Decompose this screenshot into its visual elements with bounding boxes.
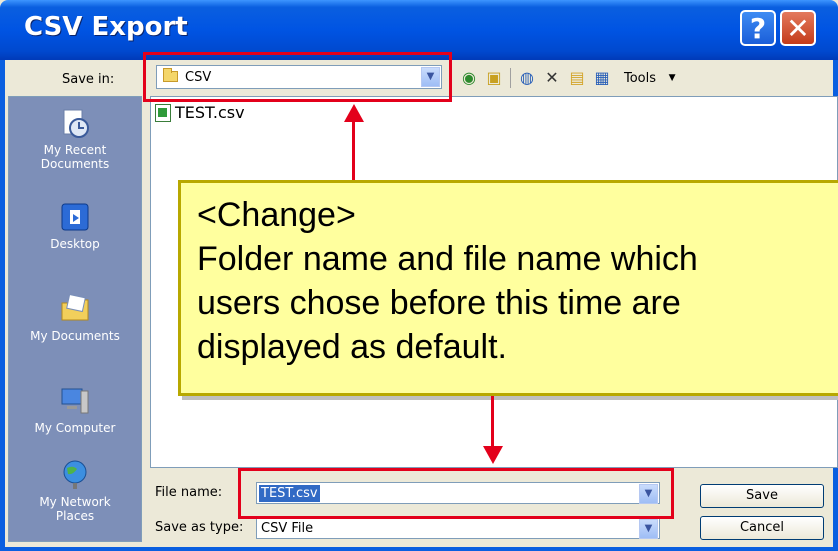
callout-text: <Change> Folder name and file name which… xyxy=(197,196,698,366)
window-frame-bottom xyxy=(0,547,838,551)
save-button[interactable]: Save xyxy=(700,484,824,508)
desktop-icon xyxy=(59,201,91,233)
views-icon[interactable]: ▦ xyxy=(593,69,611,87)
place-my-recent-documents[interactable]: My Recent Documents xyxy=(9,107,141,171)
down-arrow-line xyxy=(491,396,494,446)
place-label: My Documents xyxy=(30,329,120,343)
tools-menu[interactable]: Tools xyxy=(624,71,656,86)
title-bar: CSV Export ? ✕ xyxy=(0,0,838,60)
place-my-documents[interactable]: My Documents xyxy=(9,293,141,343)
network-places-icon xyxy=(59,459,91,491)
save-in-label: Save in: xyxy=(62,72,115,87)
chevron-down-icon[interactable]: ▼ xyxy=(639,519,658,539)
close-button[interactable]: ✕ xyxy=(780,10,816,46)
toolbar: ◉ ▣ ◍ ✕ ▤ ▦ Tools ▼ xyxy=(460,66,681,90)
down-arrow-head-icon xyxy=(483,446,503,464)
help-button[interactable]: ? xyxy=(740,10,776,46)
up-arrow-head-icon xyxy=(344,104,364,122)
up-folder-icon[interactable]: ▣ xyxy=(485,69,503,87)
dialog-title: CSV Export xyxy=(24,12,188,42)
search-web-icon[interactable]: ◍ xyxy=(518,69,536,87)
file-name-label: File name: xyxy=(155,485,223,500)
save-as-type-value: CSV File xyxy=(261,521,314,536)
place-label: My Network Places xyxy=(39,495,111,523)
window-frame-left xyxy=(0,60,5,551)
save-in-highlight-box xyxy=(143,52,452,102)
place-label: My Computer xyxy=(34,421,116,435)
toolbar-separator xyxy=(510,68,511,88)
save-as-type-dropdown[interactable]: CSV File ▼ xyxy=(256,517,660,539)
list-item[interactable]: TEST.csv xyxy=(155,103,245,122)
delete-icon[interactable]: ✕ xyxy=(543,69,561,87)
place-label: Desktop xyxy=(50,237,100,251)
change-callout: <Change> Folder name and file name which… xyxy=(178,180,838,396)
csv-export-dialog: CSV Export ? ✕ Save in: CSV ▼ ◉ ▣ ◍ ✕ ▤ … xyxy=(0,0,838,551)
back-icon[interactable]: ◉ xyxy=(460,69,478,87)
new-folder-icon[interactable]: ▤ xyxy=(568,69,586,87)
my-computer-icon xyxy=(59,385,91,417)
file-item-name: TEST.csv xyxy=(175,103,245,122)
my-documents-icon xyxy=(59,293,91,325)
place-desktop[interactable]: Desktop xyxy=(9,201,141,251)
recent-documents-icon xyxy=(59,107,91,139)
cancel-button[interactable]: Cancel xyxy=(700,516,824,540)
csv-file-icon xyxy=(155,103,171,122)
place-label: My Recent Documents xyxy=(40,143,110,171)
place-my-network-places[interactable]: My Network Places xyxy=(9,459,141,523)
tools-chevron-icon[interactable]: ▼ xyxy=(663,69,681,87)
save-as-type-label: Save as type: xyxy=(155,520,244,535)
file-name-highlight-box xyxy=(238,468,674,519)
place-my-computer[interactable]: My Computer xyxy=(9,385,141,435)
up-arrow-line xyxy=(352,120,355,182)
places-bar: My Recent Documents Desktop My Documents… xyxy=(8,96,142,542)
